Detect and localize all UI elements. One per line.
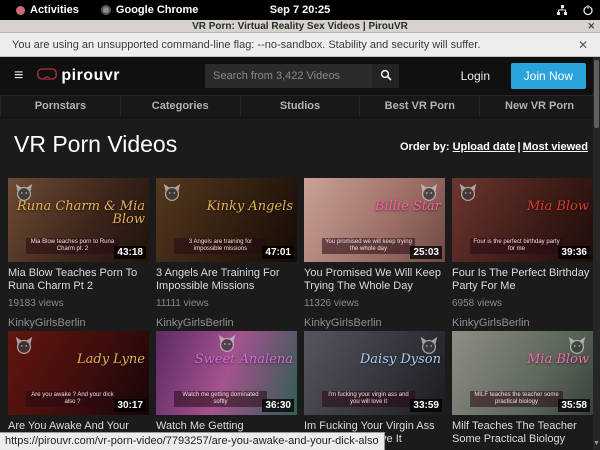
search-input[interactable]: [205, 64, 372, 88]
video-views: 6958 views: [452, 298, 593, 309]
video-thumbnail[interactable]: Kinky Angels3 Angels are training for im…: [156, 178, 297, 262]
clock[interactable]: Sep 7 20:25: [270, 4, 331, 16]
duration-badge: 33:59: [410, 399, 442, 412]
nav-item-categories[interactable]: Categories: [121, 96, 241, 117]
order-separator: |: [516, 141, 523, 153]
scrollbar-thumb[interactable]: [594, 60, 599, 128]
thumbnail-caption: I'm fucking your virgin ass and you will…: [322, 391, 415, 407]
nav-item-new-vr-porn[interactable]: New VR Porn: [480, 96, 600, 117]
video-studio-link[interactable]: KinkyGirlsBerlin: [8, 317, 149, 329]
video-card[interactable]: Runa Charm & Mia BlowMia Blow teaches po…: [8, 178, 149, 329]
studio-cat-logo-icon: [216, 333, 238, 355]
video-title[interactable]: Four Is The Perfect Birthday Party For M…: [452, 267, 593, 293]
scrollbar-down-arrow-icon[interactable]: ▼: [593, 440, 600, 448]
infobar-close-icon[interactable]: ✕: [578, 38, 588, 52]
studio-cat-logo-icon: [13, 182, 35, 204]
window-close-icon[interactable]: ✕: [587, 20, 595, 33]
video-views: 11111 views: [156, 298, 297, 309]
power-icon[interactable]: [582, 4, 594, 16]
video-studio-link[interactable]: KinkyGirlsBerlin: [452, 317, 593, 329]
nav-item-studios[interactable]: Studios: [241, 96, 361, 117]
site-header: ≡ pirouvr Login Join Now: [0, 57, 600, 95]
nav-item-pornstars[interactable]: Pornstars: [0, 96, 121, 117]
thumbnail-caption: 3 Angels are training for impossible mis…: [174, 238, 267, 254]
app-menu-label: Google Chrome: [116, 4, 199, 16]
video-studio-link[interactable]: KinkyGirlsBerlin: [156, 317, 297, 329]
studio-cat-logo-icon: [457, 182, 479, 204]
video-thumbnail[interactable]: Daisy DysonI'm fucking your virgin ass a…: [304, 331, 445, 415]
menu-icon[interactable]: ≡: [14, 68, 23, 84]
thumbnail-caption: Watch me getting dominated softly: [174, 391, 267, 407]
site-logo-text: pirouvr: [61, 67, 120, 85]
browser-viewport: ≡ pirouvr Login Join Now PornstarsCatego…: [0, 57, 600, 450]
status-url-tooltip: https://pirouvr.com/vr-porn-video/779325…: [0, 432, 385, 450]
thumbnail-caption: Four is the perfect birthday party for m…: [470, 238, 563, 254]
video-card[interactable]: Billie StarYou promised we will keep try…: [304, 178, 445, 329]
search-button[interactable]: [372, 64, 399, 88]
search-bar: [205, 64, 399, 88]
video-card[interactable]: Mia BlowFour is the perfect birthday par…: [452, 178, 593, 329]
video-grid: Runa Charm & Mia BlowMia Blow teaches po…: [0, 178, 600, 450]
duration-badge: 30:17: [114, 399, 146, 412]
video-thumbnail[interactable]: Sweet AnalenaWatch me getting dominated …: [156, 331, 297, 415]
studio-cat-logo-icon: [418, 182, 440, 204]
join-now-button[interactable]: Join Now: [511, 63, 586, 89]
video-title[interactable]: Mia Blow Teaches Porn To Runa Charm Pt 2: [8, 267, 149, 293]
studio-cat-logo-icon: [161, 182, 183, 204]
video-thumbnail[interactable]: Billie StarYou promised we will keep try…: [304, 178, 445, 262]
video-views: 11326 views: [304, 298, 445, 309]
thumbnail-caption: MILF teaches the teacher some practical …: [470, 391, 563, 407]
video-thumbnail[interactable]: Mia BlowFour is the perfect birthday par…: [452, 178, 593, 262]
duration-badge: 39:36: [558, 246, 590, 259]
window-title: VR Porn: Virtual Reality Sex Videos | Pi…: [192, 21, 408, 32]
duration-badge: 43:18: [114, 246, 146, 259]
order-by: Order by: Upload date|Most viewed: [400, 141, 588, 153]
main-nav: PornstarsCategoriesStudiosBest VR PornNe…: [0, 95, 600, 118]
duration-badge: 36:30: [262, 399, 294, 412]
order-most-viewed-link[interactable]: Most viewed: [523, 141, 588, 153]
network-icon[interactable]: [556, 4, 568, 16]
login-link[interactable]: Login: [461, 69, 490, 83]
studio-cat-logo-icon: [566, 335, 588, 357]
video-thumbnail[interactable]: Lady LyneAre you awake ? And your dick a…: [8, 331, 149, 415]
system-top-bar: Activities Google Chrome Sep 7 20:25: [0, 0, 600, 20]
video-views: 19183 views: [8, 298, 149, 309]
video-title[interactable]: You Promised We Will Keep Trying The Who…: [304, 267, 445, 293]
window-titlebar: VR Porn: Virtual Reality Sex Videos | Pi…: [0, 20, 600, 33]
order-by-label: Order by:: [400, 141, 450, 153]
studio-cat-logo-icon: [418, 335, 440, 357]
video-title[interactable]: 3 Angels Are Training For Impossible Mis…: [156, 267, 297, 293]
studio-cat-logo-icon: [13, 335, 35, 357]
duration-badge: 47:01: [262, 246, 294, 259]
vr-goggles-icon: [37, 67, 57, 85]
scrollbar[interactable]: ▼: [593, 57, 600, 450]
thumbnail-caption: You promised we will keep trying the who…: [322, 238, 415, 254]
video-studio-link[interactable]: KinkyGirlsBerlin: [304, 317, 445, 329]
thumbnail-caption: Are you awake ? And your dick also ?: [26, 391, 119, 407]
infobar-message: You are using an unsupported command-lin…: [12, 39, 480, 51]
activities-label: Activities: [30, 4, 79, 16]
thumbnail-caption: Mia Blow teaches porn to Runa Charm pt. …: [26, 238, 119, 254]
chrome-infobar: You are using an unsupported command-lin…: [0, 33, 600, 57]
video-card[interactable]: Mia BlowMILF teaches the teacher some pr…: [452, 331, 593, 450]
video-title[interactable]: Milf Teaches The Teacher Some Practical …: [452, 420, 593, 446]
video-card[interactable]: Kinky Angels3 Angels are training for im…: [156, 178, 297, 329]
search-icon: [380, 69, 392, 84]
order-upload-date-link[interactable]: Upload date: [453, 141, 516, 153]
site-logo[interactable]: pirouvr: [37, 67, 120, 85]
chrome-icon: [101, 5, 111, 15]
video-thumbnail[interactable]: Mia BlowMILF teaches the teacher some pr…: [452, 331, 593, 415]
page-head: VR Porn Videos Order by: Upload date|Mos…: [0, 118, 600, 178]
video-thumbnail[interactable]: Runa Charm & Mia BlowMia Blow teaches po…: [8, 178, 149, 262]
duration-badge: 35:58: [558, 399, 590, 412]
nav-item-best-vr-porn[interactable]: Best VR Porn: [360, 96, 480, 117]
duration-badge: 25:03: [410, 246, 442, 259]
activities-button[interactable]: Activities: [8, 0, 87, 20]
activities-icon: [16, 6, 25, 15]
app-menu-button[interactable]: Google Chrome: [93, 0, 207, 20]
page-title: VR Porn Videos: [14, 131, 177, 158]
